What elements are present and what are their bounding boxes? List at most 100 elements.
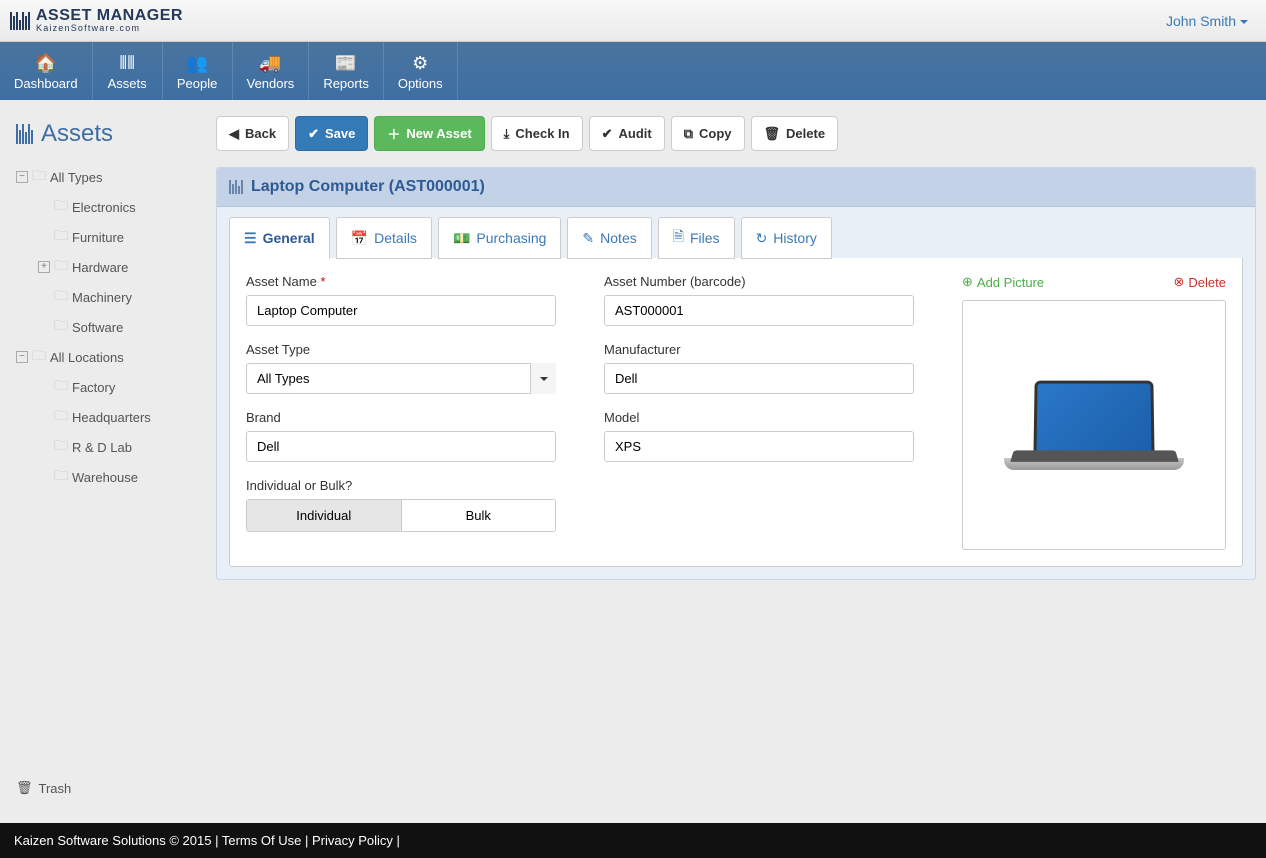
copy-button[interactable]: ⧉ Copy [671,116,745,151]
footer-terms-link[interactable]: Terms Of Use [222,833,301,848]
truck-icon: 🚚 [259,54,281,72]
required-indicator: * [320,274,325,289]
asset-number-label: Asset Number (barcode) [604,274,944,289]
trash-link[interactable]: 🗑 Trash [10,774,71,802]
trash-icon: 🗑 [764,126,781,142]
back-button[interactable]: ◀ Back [216,116,289,151]
new-asset-button[interactable]: ＋ New Asset [374,116,484,151]
tab-general[interactable]: ☰ General [229,217,330,259]
tree-label: Furniture [72,230,124,245]
barcode-icon [16,124,33,144]
panel-header: Laptop Computer (AST000001) [217,168,1255,207]
collapse-icon[interactable]: − [16,171,28,183]
gear-icon: ⚙ [412,54,428,72]
tab-details[interactable]: 📅 Details [336,217,432,259]
model-input[interactable] [604,431,914,462]
picture-frame[interactable] [962,300,1226,550]
barcode-icon: ⦀⦀ [119,54,135,72]
audit-button[interactable]: ✔ Audit [589,116,665,151]
expand-icon[interactable]: + [38,261,50,273]
tree-node-warehouse[interactable]: 🗀 Warehouse [38,462,202,492]
tree-label: Electronics [72,200,136,215]
logo-barcode-icon [10,12,30,30]
trash-icon: 🗑 [16,780,33,796]
tree-label: Machinery [72,290,132,305]
money-icon: 💵 [453,230,470,247]
nav-label: Dashboard [14,76,78,91]
people-icon: 👥 [186,54,208,72]
nav-vendors[interactable]: 🚚 Vendors [233,42,310,100]
asset-number-input[interactable] [604,295,914,326]
nav-dashboard[interactable]: 🏠 Dashboard [0,42,93,100]
tab-notes[interactable]: ✎ Notes [567,217,651,259]
tree-label: Hardware [72,260,128,275]
tree-node-rdlab[interactable]: 🗀 R & D Lab [38,432,202,462]
edit-icon: ✎ [582,230,594,247]
ib-bulk-button[interactable]: Bulk [401,500,556,531]
user-name: John Smith [1166,13,1236,29]
navbar: 🏠 Dashboard ⦀⦀ Assets 👥 People 🚚 Vendors… [0,42,1266,100]
nav-label: Options [398,76,443,91]
back-icon: ◀ [229,126,239,142]
brand-input[interactable] [246,431,556,462]
field-brand: Brand [246,410,586,462]
tree-node-factory[interactable]: 🗀 Factory [38,372,202,402]
add-picture-link[interactable]: ⊕ Add Picture [962,274,1044,290]
tree-node-hardware[interactable]: + 🗀 Hardware [38,252,202,282]
tree-label: All Types [50,170,103,185]
save-button[interactable]: ✔ Save [295,116,368,151]
tree-label: Headquarters [72,410,151,425]
check-in-button[interactable]: ⤓ Check In [491,116,583,151]
check-icon: ✔ [602,126,613,142]
nav-label: Assets [108,76,147,91]
tab-files[interactable]: 🗎 Files [658,217,735,259]
tree-node-all-types[interactable]: − 🗀 All Types [16,162,202,192]
tab-purchasing[interactable]: 💵 Purchasing [438,217,561,259]
footer-copyright: Kaizen Software Solutions © 2015 [14,833,211,848]
nav-label: Reports [323,76,369,91]
folder-icon: 🗀 [54,195,68,219]
tree-node-machinery[interactable]: 🗀 Machinery [38,282,202,312]
manufacturer-input[interactable] [604,363,914,394]
delete-picture-link[interactable]: ⊗ Delete [1174,274,1226,290]
nav-options[interactable]: ⚙ Options [384,42,458,100]
tree-label: Software [72,320,123,335]
asset-name-input[interactable] [246,295,556,326]
tab-history[interactable]: ↻ History [741,217,832,259]
asset-type-select[interactable] [246,363,556,394]
tree-label: Factory [72,380,115,395]
main: ◀ Back ✔ Save ＋ New Asset ⤓ Check In ✔ A… [216,116,1256,830]
folder-icon: 🗀 [54,255,68,279]
field-asset-number: Asset Number (barcode) [604,274,944,326]
plus-circle-icon: ⊕ [962,274,973,290]
tree-node-software[interactable]: 🗀 Software [38,312,202,342]
folder-icon: 🗀 [54,435,68,459]
tree-node-all-locations[interactable]: − 🗀 All Locations [16,342,202,372]
nav-assets[interactable]: ⦀⦀ Assets [93,42,163,100]
nav-reports[interactable]: 📰 Reports [309,42,384,100]
history-icon: ↻ [756,230,768,247]
field-asset-name: Asset Name * [246,274,586,326]
footer-privacy-link[interactable]: Privacy Policy [312,833,393,848]
report-icon: 📰 [335,54,357,72]
field-asset-type: Asset Type [246,342,586,394]
delete-button[interactable]: 🗑 Delete [751,116,839,151]
folder-icon: 🗀 [32,345,46,369]
panel-title: Laptop Computer (AST000001) [251,178,485,196]
ib-label: Individual or Bulk? [246,478,586,493]
file-icon: 🗎 [673,226,684,250]
asset-type-label: Asset Type [246,342,586,357]
footer: Kaizen Software Solutions © 2015 | Terms… [0,823,1266,858]
logo-title: ASSET MANAGER [36,8,183,24]
user-menu[interactable]: John Smith [1166,13,1248,29]
tree-node-electronics[interactable]: 🗀 Electronics [38,192,202,222]
tree-node-headquarters[interactable]: 🗀 Headquarters [38,402,202,432]
nav-people[interactable]: 👥 People [163,42,233,100]
tree-label: R & D Lab [72,440,132,455]
ib-individual-button[interactable]: Individual [247,500,401,531]
plus-icon: ＋ [387,124,400,143]
collapse-icon[interactable]: − [16,351,28,363]
tree-node-furniture[interactable]: 🗀 Furniture [38,222,202,252]
dropdown-toggle[interactable] [530,363,556,394]
logo[interactable]: ASSET MANAGER KaizenSoftware.com [10,8,183,33]
